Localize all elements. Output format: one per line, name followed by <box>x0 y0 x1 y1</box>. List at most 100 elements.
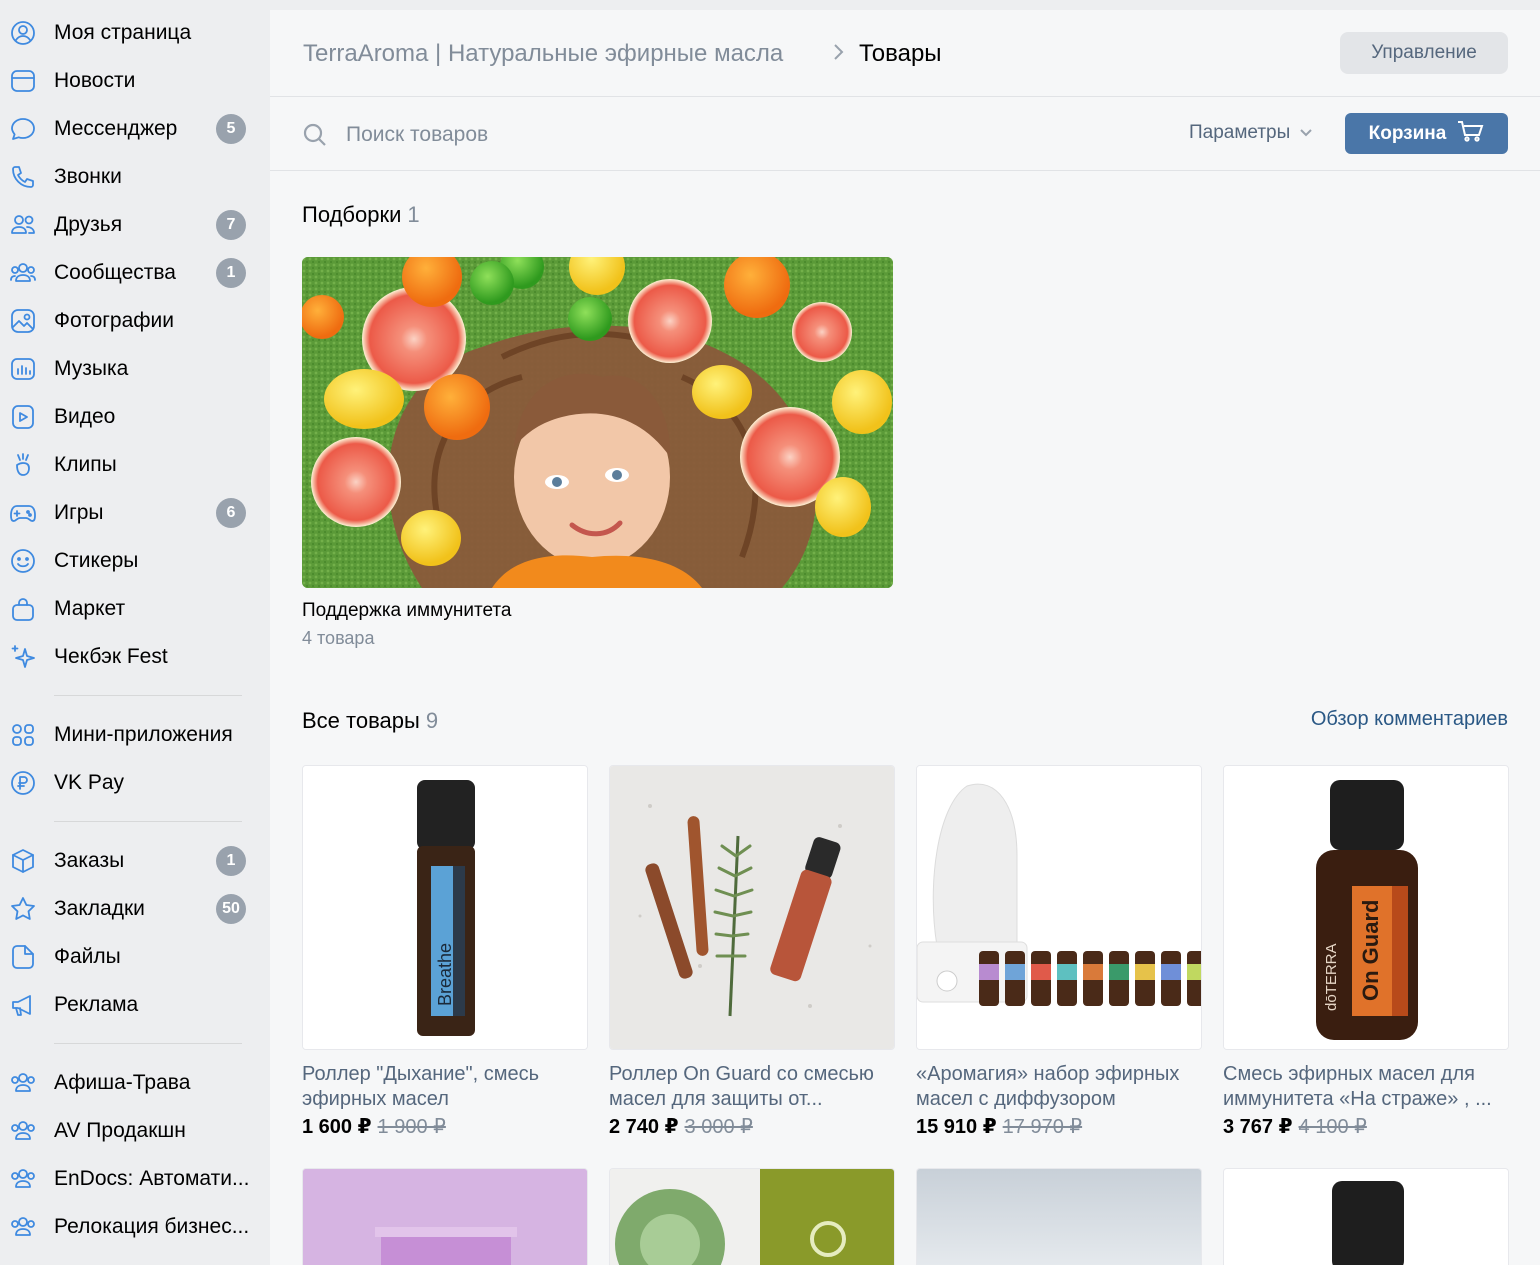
games-badge: 6 <box>216 498 246 528</box>
breadcrumb-group-link[interactable]: TerraAroma | Натуральные эфирные масла <box>303 40 783 68</box>
product-price: 3 767 ₽4 100 ₽ <box>1223 1114 1509 1139</box>
user-circle-icon <box>8 18 38 48</box>
svg-text:Breathe: Breathe <box>435 943 455 1006</box>
sidebar-divider <box>54 821 242 822</box>
sidebar-item-business-relocation[interactable]: Релокация бизнес... <box>0 1205 260 1249</box>
group-icon <box>8 1212 38 1242</box>
sidebar-item-label: Клипы <box>54 453 117 476</box>
sidebar-item-label: Стикеры <box>54 549 139 572</box>
price-old: 3 000 ₽ <box>684 1116 753 1138</box>
megaphone-icon <box>8 990 38 1020</box>
group-icon <box>8 1164 38 1194</box>
product-image: Breathe <box>302 765 588 1050</box>
product-card-partial[interactable] <box>916 1168 1202 1265</box>
all-products-title: Все товары <box>302 708 420 733</box>
messenger-badge: 5 <box>216 114 246 144</box>
video-icon <box>8 402 38 432</box>
svg-text:dōTERRA: dōTERRA <box>1323 943 1340 1011</box>
photo-icon <box>8 306 38 336</box>
sidebar-item-label: Новости <box>54 69 136 92</box>
price-current: 15 910 ₽ <box>916 1116 997 1138</box>
sidebar-item-label: Игры <box>54 501 104 524</box>
parameters-dropdown[interactable]: Параметры <box>1189 122 1314 144</box>
product-card-partial[interactable] <box>1223 1168 1509 1265</box>
sidebar-item-my-page[interactable]: Моя страница <box>0 11 260 55</box>
newsfeed-icon <box>8 66 38 96</box>
sidebar-item-photos[interactable]: Фотографии <box>0 299 260 343</box>
market-header: TerraAroma | Натуральные эфирные масла Т… <box>270 10 1540 97</box>
sidebar-item-communities[interactable]: Сообщества 1 <box>0 251 260 295</box>
sidebar-item-label: Звонки <box>54 165 122 188</box>
price-old: 4 100 ₽ <box>1298 1116 1367 1138</box>
music-icon <box>8 354 38 384</box>
sidebar-item-messenger[interactable]: Мессенджер 5 <box>0 107 260 151</box>
sidebar-item-endocs[interactable]: EnDocs: Автомати... <box>0 1157 260 1201</box>
bookmarks-badge: 50 <box>216 894 246 924</box>
message-icon <box>8 114 38 144</box>
sidebar-item-label: Реклама <box>54 993 139 1016</box>
manage-button[interactable]: Управление <box>1340 32 1508 74</box>
sidebar-item-friends[interactable]: Друзья 7 <box>0 203 260 247</box>
price-old: 1 900 ₽ <box>377 1116 446 1138</box>
product-card-partial[interactable] <box>302 1168 588 1265</box>
product-image <box>609 765 895 1050</box>
sidebar-item-label: Музыка <box>54 357 129 380</box>
product-title: «Аромагия» набор эфирных масел с диффузо… <box>916 1063 1180 1110</box>
sidebar-item-orders[interactable]: Заказы 1 <box>0 839 260 883</box>
collection-image <box>302 257 893 588</box>
sidebar-divider <box>54 695 242 696</box>
apps-icon <box>8 720 38 750</box>
friends-icon <box>8 210 38 240</box>
group-icon <box>8 1116 38 1146</box>
sidebar-item-files[interactable]: Файлы <box>0 935 260 979</box>
product-card[interactable]: Breathe Роллер "Дыхание", смесь эфирных … <box>302 765 588 1139</box>
sidebar-item-label: Сообщества <box>54 261 176 284</box>
cart-icon <box>1456 119 1484 149</box>
sidebar-item-label: Моя страница <box>54 21 192 44</box>
sidebar-item-music[interactable]: Музыка <box>0 347 260 391</box>
sidebar-item-video[interactable]: Видео <box>0 395 260 439</box>
product-image <box>916 765 1202 1050</box>
collections-heading: Подборки 1 <box>302 202 420 228</box>
sidebar-item-calls[interactable]: Звонки <box>0 155 260 199</box>
all-products-count: 9 <box>425 708 439 733</box>
sidebar-item-mini-apps[interactable]: Мини-приложения <box>0 713 260 757</box>
sidebar-item-checkback-fest[interactable]: Чекбэк Fest <box>0 635 260 679</box>
sidebar-item-label: Заказы <box>54 849 125 872</box>
price-current: 3 767 ₽ <box>1223 1116 1293 1138</box>
price-current: 1 600 ₽ <box>302 1116 372 1138</box>
collection-subtitle: 4 товара <box>302 628 375 648</box>
star-icon <box>8 894 38 924</box>
product-title: Смесь эфирных масел для иммунитета «На с… <box>1223 1063 1492 1110</box>
product-card[interactable]: «Аромагия» набор эфирных масел с диффузо… <box>916 765 1202 1139</box>
friends-badge: 7 <box>216 210 246 240</box>
clips-icon <box>8 450 38 480</box>
sidebar-item-stickers[interactable]: Стикеры <box>0 539 260 583</box>
sidebar-item-market[interactable]: Маркет <box>0 587 260 631</box>
sidebar-item-av-production[interactable]: AV Продакшн <box>0 1109 260 1153</box>
price-current: 2 740 ₽ <box>609 1116 679 1138</box>
sidebar-item-vk-pay[interactable]: VK Pay <box>0 761 260 805</box>
product-card-partial[interactable] <box>609 1168 895 1265</box>
product-card[interactable]: On Guard dōTERRA Смесь эфирных масел для… <box>1223 765 1509 1139</box>
group-icon <box>8 1068 38 1098</box>
cart-button[interactable]: Корзина <box>1345 113 1508 154</box>
collection-card[interactable]: Поддержка иммунитета 4 товара <box>302 257 893 649</box>
sidebar-item-news[interactable]: Новости <box>0 59 260 103</box>
sidebar-item-label: Мессенджер <box>54 117 178 140</box>
collections-title: Подборки <box>302 202 402 227</box>
sidebar-item-bookmarks[interactable]: Закладки 50 <box>0 887 260 931</box>
sidebar-item-ads[interactable]: Реклама <box>0 983 260 1027</box>
product-card[interactable]: Роллер On Guard со смесью масел для защи… <box>609 765 895 1139</box>
search-input[interactable] <box>346 118 1046 152</box>
sidebar-item-afisha-trava[interactable]: Афиша-Трава <box>0 1061 260 1105</box>
sparkle-icon <box>8 642 38 672</box>
search-bar: Параметры Корзина <box>270 98 1540 171</box>
chevron-right-icon <box>830 41 848 63</box>
communities-icon <box>8 258 38 288</box>
comments-overview-link[interactable]: Обзор комментариев <box>1311 708 1508 731</box>
product-price: 2 740 ₽3 000 ₽ <box>609 1114 895 1139</box>
sidebar-item-games[interactable]: Игры 6 <box>0 491 260 535</box>
sidebar-item-clips[interactable]: Клипы <box>0 443 260 487</box>
ruble-icon <box>8 768 38 798</box>
